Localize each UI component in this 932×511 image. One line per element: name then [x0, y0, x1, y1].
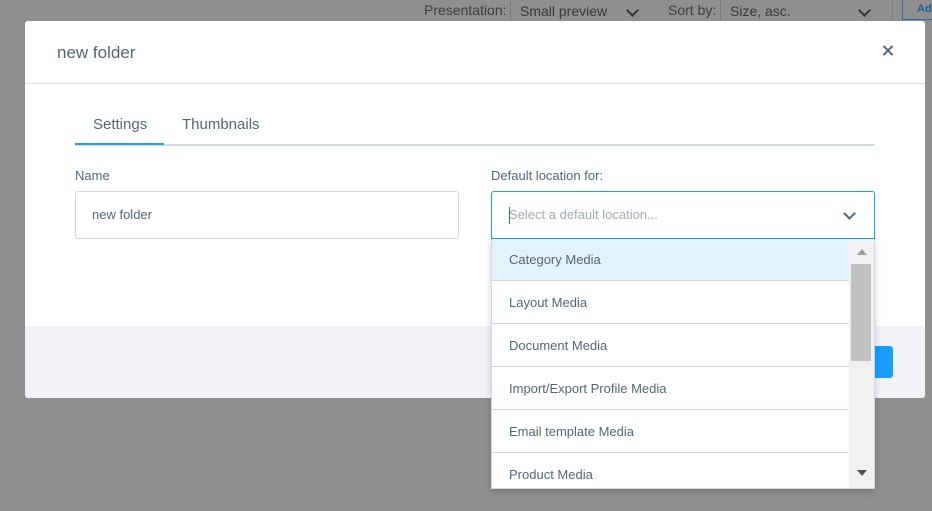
tab-settings[interactable]: Settings	[93, 116, 147, 133]
option-document-media[interactable]: Document Media	[492, 325, 849, 367]
presentation-label: Presentation:	[424, 2, 507, 18]
scroll-thumb[interactable]	[851, 264, 871, 361]
presentation-select[interactable]: Small preview	[510, 0, 652, 22]
name-input-value: new folder	[92, 207, 152, 222]
presentation-value: Small preview	[520, 3, 608, 19]
default-location-label: Default location for:	[491, 168, 604, 183]
tab-thumbnails[interactable]: Thumbnails	[182, 116, 260, 133]
scroll-up-icon[interactable]	[857, 249, 867, 255]
tab-bar: Settings Thumbnails	[75, 106, 875, 146]
name-label: Name	[75, 168, 110, 183]
background-toolbar: Presentation: Small preview Sort by: Siz…	[0, 0, 932, 22]
sort-label: Sort by:	[668, 2, 717, 18]
chevron-down-icon	[858, 4, 871, 17]
add-button-label: Ad	[917, 3, 932, 15]
close-icon[interactable]	[880, 43, 896, 59]
default-location-select[interactable]: Select a default location...	[491, 191, 875, 239]
chevron-down-icon	[626, 4, 639, 17]
active-tab-indicator	[75, 143, 164, 145]
sort-select[interactable]: Size, asc.	[720, 0, 893, 22]
option-category-media[interactable]: Category Media	[492, 239, 849, 281]
default-location-placeholder: Select a default location...	[509, 207, 658, 222]
dropdown-scrollbar[interactable]	[849, 239, 874, 488]
add-button[interactable]: Ad	[902, 0, 932, 20]
option-product-media[interactable]: Product Media	[492, 454, 849, 488]
chevron-down-icon[interactable]	[843, 207, 856, 220]
modal-header: new folder	[25, 21, 925, 84]
modal-title: new folder	[57, 43, 136, 62]
name-input[interactable]: new folder	[75, 191, 459, 239]
option-email-template-media[interactable]: Email template Media	[492, 411, 849, 453]
scroll-down-icon[interactable]	[857, 470, 867, 476]
text-cursor	[509, 207, 510, 224]
option-import-export-profile-media[interactable]: Import/Export Profile Media	[492, 368, 849, 410]
option-layout-media[interactable]: Layout Media	[492, 282, 849, 324]
default-location-dropdown: Category Media Layout Media Document Med…	[491, 239, 875, 489]
sort-value: Size, asc.	[730, 3, 791, 19]
